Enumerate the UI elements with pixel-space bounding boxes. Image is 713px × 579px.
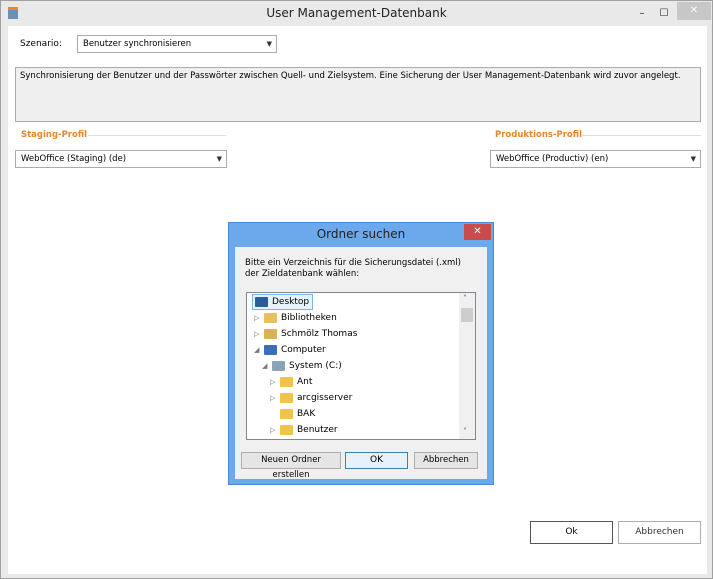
maximize-button[interactable]: ☐ [653,1,675,26]
tree-item-desktop[interactable]: Desktop [252,294,314,310]
scroll-down-icon[interactable]: ˅ [463,427,467,436]
tree-label: Computer [281,345,326,355]
tree-label: Schmölz Thomas [281,329,358,339]
divider [581,135,701,136]
folder-icon [280,376,293,387]
scroll-thumb[interactable] [461,308,473,322]
description-box: Synchronisierung der Benutzer und der Pa… [15,67,701,122]
dialog-close-button[interactable]: ✕ [464,224,491,240]
collapse-icon[interactable]: ◢ [262,358,272,374]
production-value: WebOffice (Productiv) (en) [496,154,609,164]
app-icon [8,7,18,19]
scenario-label: Szenario: [20,39,62,49]
title-bar: User Management-Datenbank – ☐ ✕ [1,1,712,26]
scenario-dropdown[interactable]: Benutzer synchronisieren ▼ [77,35,277,53]
tree-item-bibliotheken[interactable]: ▷ Bibliotheken [254,310,337,326]
scroll-up-icon[interactable]: ˄ [463,294,467,303]
window-title: User Management-Datenbank [266,6,447,20]
drive-icon [272,360,285,371]
tree-label: BAK [297,409,316,419]
scrollbar[interactable]: ˄ ˅ [459,293,475,439]
folder-icon [280,392,293,403]
description-text: Synchronisierung der Benutzer und der Pa… [20,71,681,81]
minimize-button[interactable]: – [631,1,653,26]
cancel-button[interactable]: Abbrechen [618,521,701,544]
chevron-down-icon: ▼ [216,155,222,163]
divider [88,135,226,136]
dialog-ok-button[interactable]: OK [345,452,408,469]
expand-icon[interactable]: ▷ [270,374,280,390]
tree-label: Desktop [272,297,310,307]
folder-icon [280,408,293,419]
staging-value: WebOffice (Staging) (de) [21,154,127,164]
expand-icon[interactable]: ▷ [254,326,264,342]
ok-button[interactable]: Ok [530,521,613,544]
tree-item-arcgisserver[interactable]: ▷ arcgisserver [270,390,352,406]
production-dropdown[interactable]: WebOffice (Productiv) (en) ▼ [490,150,701,168]
tree-item-ant[interactable]: ▷ Ant [270,374,312,390]
library-icon [264,312,277,323]
new-folder-button[interactable]: Neuen Ordner erstellen [241,452,341,480]
tree-label: arcgisserver [297,393,353,403]
tree-label: Benutzer [297,425,338,435]
computer-icon [264,344,277,355]
desktop-icon [255,296,268,307]
production-group-label: Produktions-Profil [495,130,582,140]
close-button[interactable]: ✕ [677,2,711,20]
staging-group-label: Staging-Profil [21,130,88,140]
user-folder-icon [264,328,277,339]
tree-label: Ant [297,377,313,387]
tree-label: Bibliotheken [281,313,337,323]
dialog-title: Ordner suchen [316,227,406,241]
staging-dropdown[interactable]: WebOffice (Staging) (de) ▼ [15,150,227,168]
collapse-icon[interactable]: ◢ [254,342,264,358]
dialog-cancel-button[interactable]: Abbrechen [414,452,478,469]
chevron-down-icon: ▼ [266,40,272,48]
expand-icon[interactable]: ▷ [254,310,264,326]
dialog-prompt: Bitte ein Verzeichnis für die Sicherungs… [245,258,461,279]
expand-icon[interactable]: ▷ [270,390,280,406]
expand-icon[interactable]: ▷ [270,422,280,438]
folder-tree[interactable]: Desktop ▷ Bibliotheken ▷ Schmölz Thomas ◢ C… [246,292,476,440]
tree-item-computer[interactable]: ◢ Computer [254,342,326,358]
tree-item-benutzer[interactable]: ▷ Benutzer [270,422,338,438]
tree-item-system-c[interactable]: ◢ System (C:) [262,358,342,374]
chevron-down-icon: ▼ [690,155,696,163]
tree-item-bak[interactable]: BAK [270,406,315,422]
scenario-value: Benutzer synchronisieren [83,39,192,49]
tree-label: System (C:) [289,361,342,371]
folder-icon [280,424,293,435]
tree-item-user[interactable]: ▷ Schmölz Thomas [254,326,357,342]
